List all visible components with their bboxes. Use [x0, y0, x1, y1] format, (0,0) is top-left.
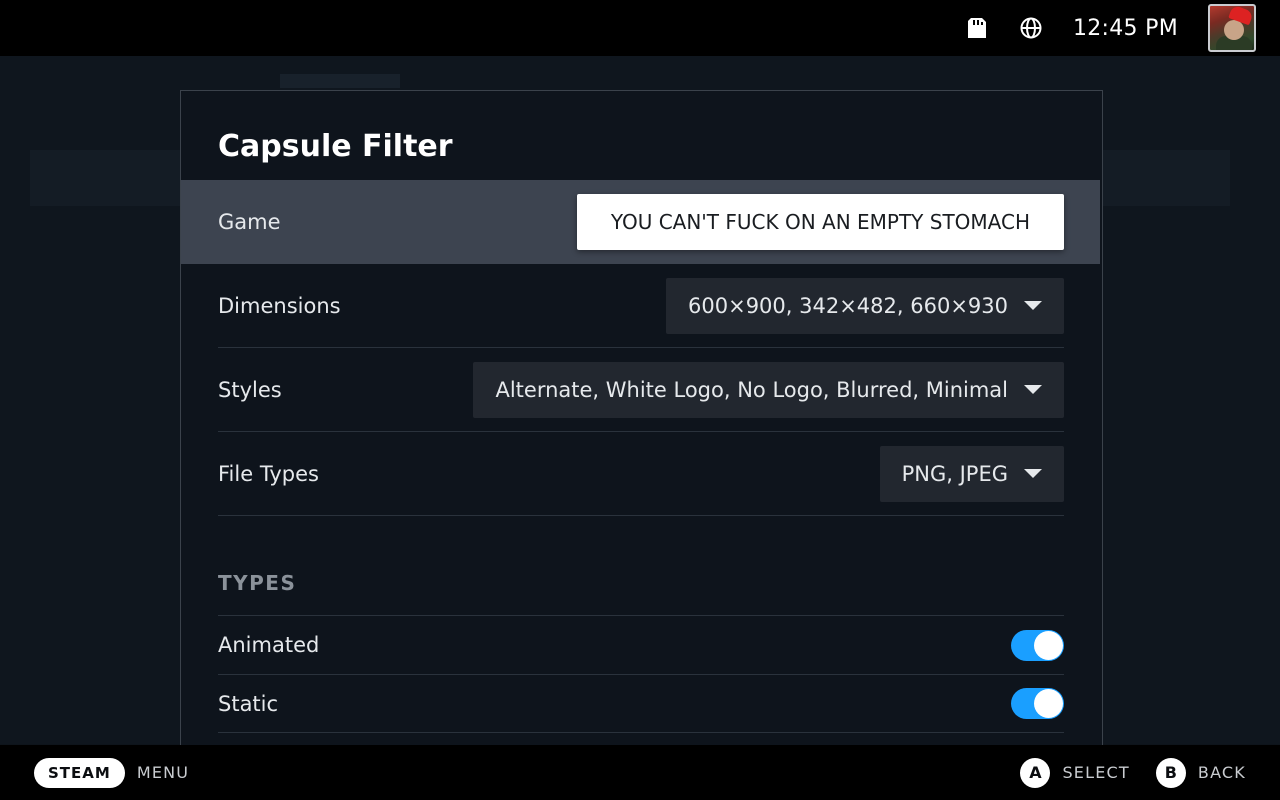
dimensions-dropdown[interactable]: 600×900, 342×482, 660×930 — [666, 277, 1064, 334]
styles-value: Alternate, White Logo, No Logo, Blurred,… — [495, 377, 1008, 402]
background-tab — [280, 74, 400, 88]
avatar[interactable] — [1208, 4, 1256, 52]
globe-icon — [1019, 16, 1043, 40]
types-section-heading: TYPES — [218, 571, 297, 595]
animated-toggle-row[interactable]: Animated — [218, 615, 1064, 674]
animated-toggle[interactable] — [1011, 629, 1064, 661]
styles-row: Styles Alternate, White Logo, No Logo, B… — [218, 348, 1064, 432]
clock: 12:45 PM — [1072, 15, 1178, 41]
static-label: Static — [218, 691, 279, 716]
game-input-value: YOU CAN'T FUCK ON AN EMPTY STOMACH — [610, 210, 1030, 234]
file-types-row: File Types PNG, JPEG — [218, 432, 1064, 516]
static-toggle[interactable] — [1011, 688, 1064, 719]
chevron-down-icon — [1024, 469, 1042, 478]
a-button-icon: A — [1020, 757, 1051, 788]
back-label: BACK — [1197, 763, 1246, 782]
back-hint[interactable]: B BACK — [1155, 757, 1246, 788]
select-hint[interactable]: A SELECT — [1020, 757, 1130, 788]
toggle-knob — [1034, 689, 1063, 718]
static-toggle-row[interactable]: Static — [218, 674, 1064, 733]
animated-label: Animated — [218, 633, 320, 657]
chevron-down-icon — [1024, 301, 1042, 310]
chevron-down-icon — [1024, 385, 1042, 394]
dimensions-row: Dimensions 600×900, 342×482, 660×930 — [218, 264, 1064, 348]
capsule-filter-dialog: Capsule Filter Game YOU CAN'T FUCK ON AN… — [180, 90, 1103, 750]
file-types-value: PNG, JPEG — [901, 461, 1008, 486]
dialog-title: Capsule Filter — [218, 129, 453, 164]
file-types-label: File Types — [218, 461, 319, 486]
dimensions-label: Dimensions — [218, 293, 341, 318]
game-input[interactable]: YOU CAN'T FUCK ON AN EMPTY STOMACH — [576, 194, 1064, 250]
select-label: SELECT — [1062, 763, 1130, 782]
dimensions-value: 600×900, 342×482, 660×930 — [688, 293, 1008, 318]
game-row[interactable]: Game YOU CAN'T FUCK ON AN EMPTY STOMACH — [181, 180, 1100, 264]
b-button-icon: B — [1155, 757, 1186, 788]
status-bar: 12:45 PM — [0, 0, 1280, 56]
toggle-knob — [1034, 630, 1063, 660]
styles-label: Styles — [218, 377, 282, 402]
user-avatar[interactable] — [1208, 4, 1256, 52]
footer-bar: STEAM MENU A SELECT B BACK — [0, 745, 1280, 800]
sd-card-icon — [965, 16, 989, 40]
steam-button[interactable]: STEAM — [34, 757, 125, 788]
menu-label: MENU — [136, 763, 190, 782]
file-types-dropdown[interactable]: PNG, JPEG — [879, 445, 1064, 502]
styles-dropdown[interactable]: Alternate, White Logo, No Logo, Blurred,… — [473, 361, 1064, 418]
game-label: Game — [218, 210, 281, 234]
